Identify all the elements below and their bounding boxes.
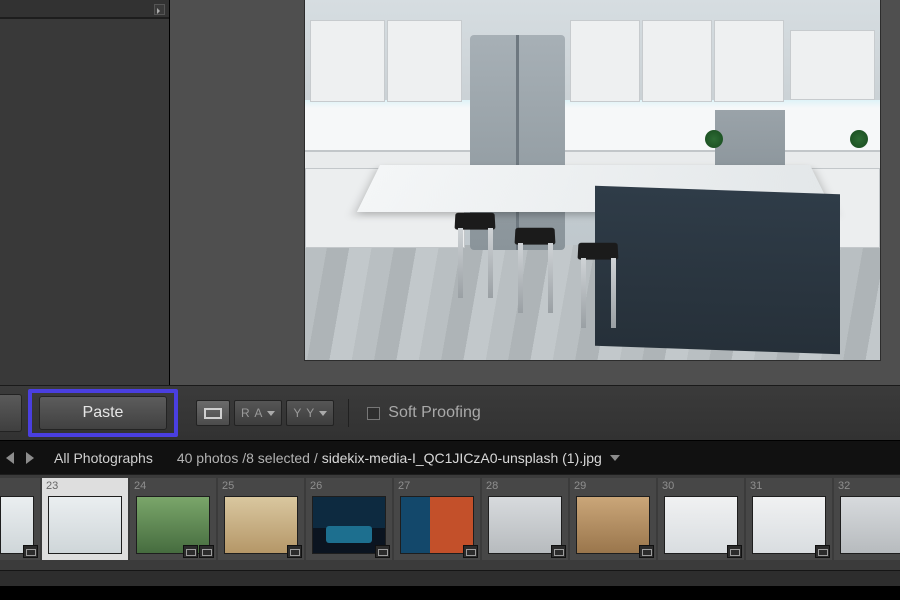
filmstrip-cell[interactable]: 32	[834, 478, 900, 560]
filmstrip-cell[interactable]: 27	[394, 478, 480, 560]
filmstrip-cell[interactable]: 29	[570, 478, 656, 560]
adjust-badge-icon	[727, 545, 742, 558]
left-panel	[0, 0, 170, 385]
nav-back-button[interactable]	[2, 452, 18, 464]
adjust-badge-icon	[639, 545, 654, 558]
filmstrip-cell[interactable]: 24	[130, 478, 216, 560]
filmstrip-cell[interactable]	[0, 478, 40, 560]
adjust-badge-icon	[551, 545, 566, 558]
thumb-index: 23	[46, 480, 58, 492]
thumbnail[interactable]	[48, 496, 122, 554]
collection-name[interactable]: All Photographs	[54, 450, 153, 466]
filmstrip-cell[interactable]: 28	[482, 478, 568, 560]
filmstrip-cell[interactable]: 25	[218, 478, 304, 560]
main-photo[interactable]	[305, 0, 880, 360]
copy-button-edge[interactable]	[0, 394, 22, 432]
filmstrip-cell[interactable]: 23	[42, 478, 128, 560]
adjust-badge-icon	[183, 545, 198, 558]
thumb-index: 32	[838, 480, 850, 492]
current-filename[interactable]: sidekix-media-I_QC1JICzA0-unsplash (1).j…	[322, 450, 602, 466]
filmstrip-cell[interactable]: 26	[306, 478, 392, 560]
thumb-index: 25	[222, 480, 234, 492]
paste-label: Paste	[83, 404, 124, 422]
view-survey-button[interactable]: Y Y	[286, 400, 334, 426]
chevron-down-icon	[267, 411, 275, 416]
paste-highlight: Paste	[28, 389, 178, 437]
view-loupe-button[interactable]	[196, 400, 230, 426]
soft-proofing-label: Soft Proofing	[388, 404, 481, 422]
photo-count: 40 photos /8 selected /	[177, 450, 318, 466]
thumb-index: 30	[662, 480, 674, 492]
panel-expand-icon[interactable]	[154, 4, 165, 15]
view-compare-button[interactable]: R A	[234, 400, 282, 426]
bottom-gutter	[0, 586, 900, 600]
thumb-index: 29	[574, 480, 586, 492]
left-panel-body	[0, 19, 169, 385]
thumb-index: 28	[486, 480, 498, 492]
adjust-badge-icon	[463, 545, 478, 558]
thumb-index: 24	[134, 480, 146, 492]
breadcrumb-bar: All Photographs 40 photos /8 selected / …	[0, 440, 900, 474]
adjust-badge-icon	[815, 545, 830, 558]
checkbox-icon	[367, 407, 380, 420]
thumb-index: 26	[310, 480, 322, 492]
adjust-badge-icon	[23, 545, 38, 558]
filmstrip[interactable]: 23 24 25 26 27 28 29	[0, 474, 900, 570]
filename-dropdown-icon[interactable]	[610, 455, 620, 461]
filmstrip-cell[interactable]: 31	[746, 478, 832, 560]
loupe-icon	[204, 408, 222, 419]
filmstrip-scrollbar[interactable]	[0, 570, 900, 586]
paste-button[interactable]: Paste	[39, 396, 167, 430]
adjust-badge-icon	[199, 545, 214, 558]
preview-area[interactable]	[170, 0, 900, 385]
adjust-badge-icon	[287, 545, 302, 558]
thumb-index: 31	[750, 480, 762, 492]
filmstrip-cell[interactable]: 30	[658, 478, 744, 560]
thumbnail[interactable]	[840, 496, 900, 554]
survey-label: Y Y	[293, 406, 315, 420]
toolbar: Paste R A Y Y Soft Proofing	[0, 385, 900, 440]
thumb-index: 27	[398, 480, 410, 492]
adjust-badge-icon	[375, 545, 390, 558]
compare-label: R A	[241, 406, 263, 420]
nav-forward-button[interactable]	[22, 452, 38, 464]
chevron-down-icon	[319, 411, 327, 416]
soft-proofing-toggle[interactable]: Soft Proofing	[367, 404, 481, 422]
view-mode-group: R A Y Y Soft Proofing	[196, 399, 481, 427]
toolbar-separator	[348, 399, 349, 427]
